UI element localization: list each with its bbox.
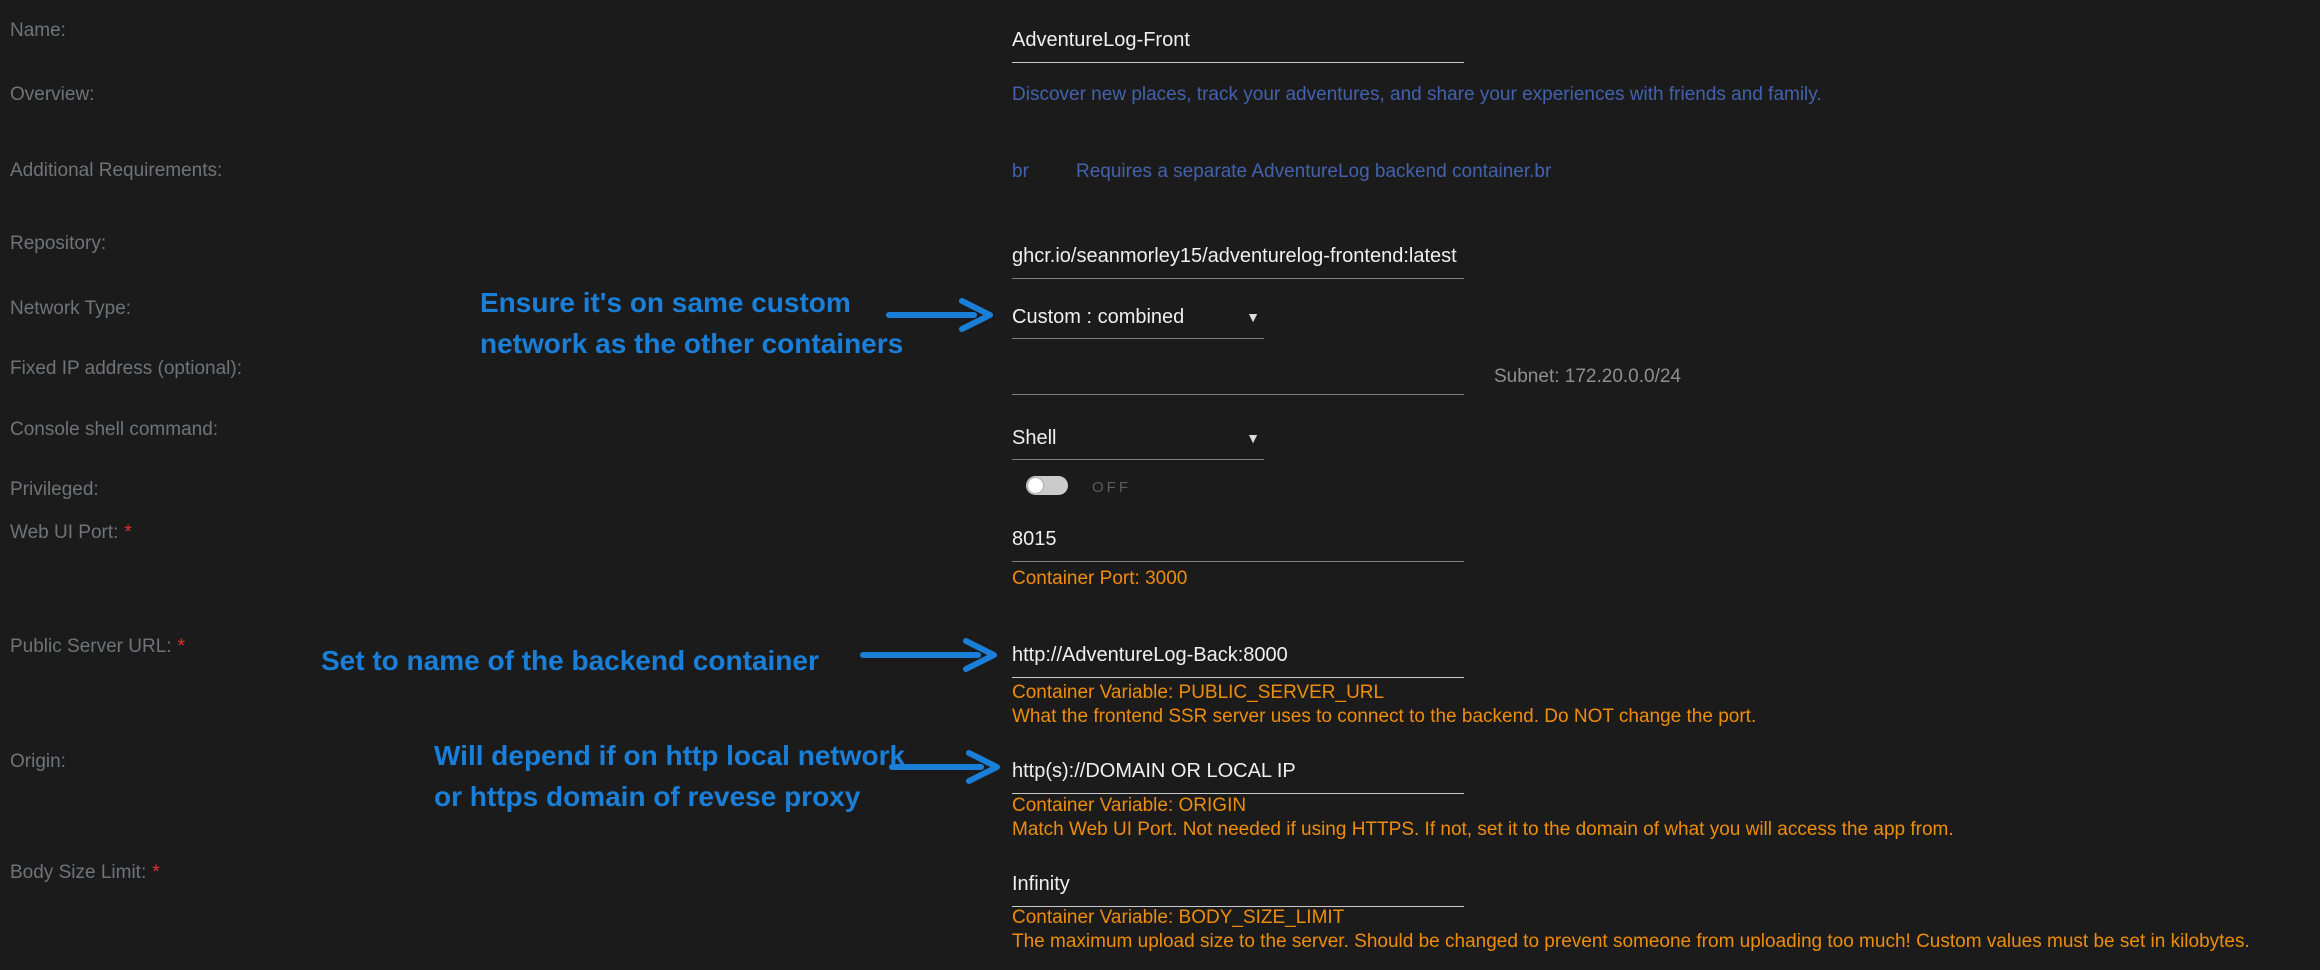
network-annotation-arrow-icon [886, 297, 1000, 333]
network-annotation-line2: network as the other containers [480, 323, 903, 364]
overview-text: Discover new places, track your adventur… [1012, 84, 1822, 106]
origin-annotation-line1: Will depend if on http local network [434, 735, 905, 776]
toggle-knob-icon [1028, 478, 1043, 493]
web-ui-port-help: Container Port: 3000 [1012, 568, 1187, 590]
origin-description: Match Web UI Port. Not needed if using H… [1012, 819, 1954, 841]
dropdown-caret-icon: ▼ [1246, 427, 1260, 449]
name-label: Name: [10, 20, 66, 42]
additional-requirements-prefix: br [1012, 161, 1029, 183]
public-url-annotation: Set to name of the backend container [321, 640, 819, 681]
origin-annotation-arrow-icon [889, 749, 1007, 785]
fixed-ip-input[interactable] [1012, 361, 1464, 395]
body-size-limit-variable: Container Variable: BODY_SIZE_LIMIT [1012, 907, 1344, 929]
web-ui-port-input[interactable] [1012, 528, 1464, 562]
repository-input[interactable] [1012, 245, 1464, 279]
subnet-note: Subnet: 172.20.0.0/24 [1494, 366, 1681, 388]
network-type-select[interactable]: Custom : combined ▼ [1012, 306, 1264, 339]
console-shell-select[interactable]: Shell ▼ [1012, 427, 1264, 460]
public-server-url-input[interactable] [1012, 644, 1464, 678]
public-server-url-label: Public Server URL: * [10, 636, 185, 658]
origin-annotation: Will depend if on http local network or … [434, 735, 905, 817]
origin-variable: Container Variable: ORIGIN [1012, 795, 1246, 817]
container-edit-form: Name: Overview: Additional Requirements:… [0, 0, 2320, 970]
network-annotation: Ensure it's on same custom network as th… [480, 282, 903, 364]
required-asterisk: * [124, 522, 131, 543]
required-asterisk: * [178, 636, 185, 657]
network-annotation-line1: Ensure it's on same custom [480, 282, 903, 323]
privileged-label: Privileged: [10, 479, 99, 501]
public-server-url-label-text: Public Server URL: [10, 636, 172, 657]
network-type-selected-value: Custom : combined [1012, 306, 1184, 329]
public-server-url-variable: Container Variable: PUBLIC_SERVER_URL [1012, 682, 1384, 704]
web-ui-port-label: Web UI Port: * [10, 522, 132, 544]
body-size-limit-input[interactable] [1012, 873, 1464, 907]
body-size-limit-label: Body Size Limit: * [10, 862, 160, 884]
origin-annotation-line2: or https domain of revese proxy [434, 776, 905, 817]
public-url-annotation-line1: Set to name of the backend container [321, 640, 819, 681]
overview-label: Overview: [10, 84, 94, 106]
web-ui-port-label-text: Web UI Port: [10, 522, 118, 543]
body-size-limit-description: The maximum upload size to the server. S… [1012, 931, 2250, 953]
body-size-limit-label-text: Body Size Limit: [10, 862, 146, 883]
public-server-url-description: What the frontend SSR server uses to con… [1012, 706, 1756, 728]
dropdown-caret-icon: ▼ [1246, 306, 1260, 328]
privileged-toggle-state: OFF [1092, 479, 1131, 496]
fixed-ip-label: Fixed IP address (optional): [10, 358, 242, 380]
required-asterisk: * [152, 862, 159, 883]
repository-label: Repository: [10, 233, 106, 255]
origin-label: Origin: [10, 751, 66, 773]
public-url-annotation-arrow-icon [860, 637, 1004, 673]
name-input[interactable] [1012, 29, 1464, 63]
privileged-toggle[interactable] [1026, 476, 1068, 495]
console-shell-command-label: Console shell command: [10, 419, 218, 441]
network-type-label: Network Type: [10, 298, 131, 320]
additional-requirements-text: Requires a separate AdventureLog backend… [1076, 161, 1551, 183]
additional-requirements-label: Additional Requirements: [10, 160, 222, 182]
origin-input[interactable] [1012, 760, 1464, 794]
console-shell-selected-value: Shell [1012, 427, 1056, 450]
